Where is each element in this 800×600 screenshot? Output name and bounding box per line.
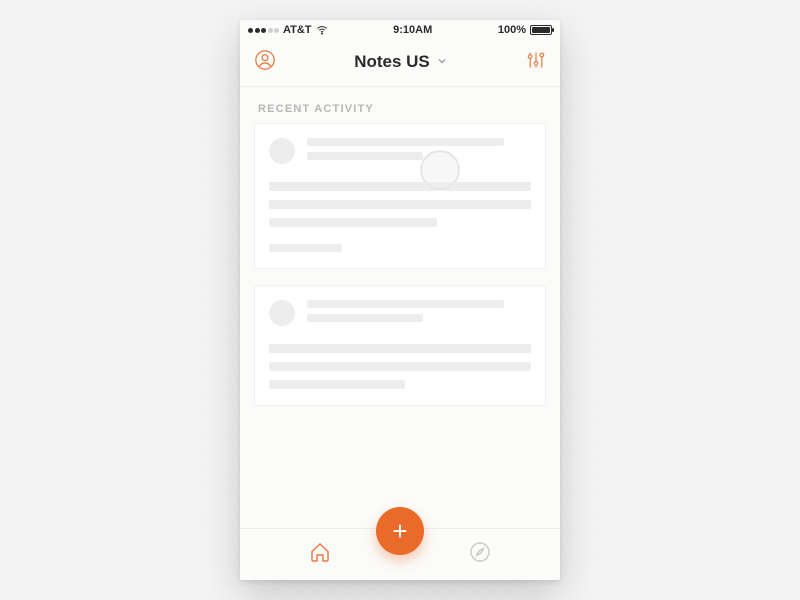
explore-tab-icon[interactable] (468, 540, 492, 569)
home-tab-icon[interactable] (308, 540, 332, 569)
placeholder-line (269, 244, 342, 252)
plus-icon: + (392, 516, 407, 547)
placeholder-line (307, 314, 423, 322)
activity-card[interactable] (254, 285, 546, 406)
activity-feed[interactable] (240, 123, 560, 528)
placeholder-line (269, 344, 531, 353)
wifi-icon (316, 24, 328, 36)
settings-sliders-icon[interactable] (526, 50, 546, 75)
placeholder-line (269, 200, 531, 209)
placeholder-line (269, 182, 531, 191)
status-bar: AT&T 9:10AM 100% (240, 20, 560, 40)
page-title: Notes US (354, 52, 430, 72)
placeholder-line (269, 362, 531, 371)
avatar (269, 300, 295, 326)
profile-icon[interactable] (254, 49, 276, 76)
battery-pct: 100% (498, 24, 526, 36)
placeholder-line (269, 380, 405, 389)
chevron-down-icon (436, 55, 448, 70)
tab-bar: + (240, 528, 560, 580)
placeholder-line (307, 300, 504, 308)
section-header: RECENT ACTIVITY (240, 87, 560, 123)
status-left: AT&T (248, 24, 328, 36)
placeholder-line (307, 138, 504, 146)
phone-frame: AT&T 9:10AM 100% Notes US (240, 20, 560, 580)
add-fab-button[interactable]: + (376, 507, 424, 555)
avatar (269, 138, 295, 164)
status-time: 9:10AM (393, 24, 432, 36)
placeholder-line (307, 152, 423, 160)
carrier-label: AT&T (283, 24, 312, 36)
battery-icon (530, 25, 552, 35)
status-right: 100% (498, 24, 552, 36)
signal-dots-icon (248, 28, 279, 33)
placeholder-line (269, 218, 437, 227)
activity-card[interactable] (254, 123, 546, 269)
title-dropdown[interactable]: Notes US (354, 52, 448, 72)
title-bar: Notes US (240, 40, 560, 84)
